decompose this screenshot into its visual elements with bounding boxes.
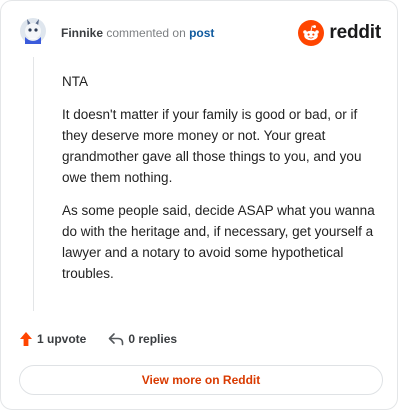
view-more-button[interactable]: View more on Reddit — [19, 365, 383, 395]
reply-arrow-icon — [109, 333, 124, 346]
upvote-arrow-icon — [20, 332, 32, 346]
avatar-image — [20, 18, 46, 44]
comment-embed-card: Finnike commented on post reddit NTA It … — [0, 0, 398, 410]
comment-paragraph: As some people said, decide ASAP what yo… — [62, 203, 375, 281]
reddit-brand[interactable]: reddit — [298, 20, 381, 46]
thread-line — [33, 57, 34, 311]
comment-header: Finnike commented on post — [61, 25, 214, 41]
comment-paragraph: NTA — [62, 74, 88, 89]
post-link[interactable]: post — [189, 26, 214, 40]
comment-footer: 1 upvote 0 replies — [19, 331, 177, 347]
upvote-count: 1 upvote — [37, 332, 87, 346]
reply-count: 0 replies — [128, 332, 178, 346]
comment-body: NTA It doesn't matter if your family is … — [62, 71, 382, 296]
avatar[interactable] — [19, 15, 47, 45]
upvote-button[interactable]: 1 upvote — [19, 331, 86, 347]
reddit-logo-icon — [298, 20, 325, 46]
action-text: commented on — [106, 26, 186, 40]
author-name[interactable]: Finnike — [61, 26, 103, 40]
reddit-wordmark: reddit — [329, 22, 381, 43]
reply-button[interactable]: 0 replies — [108, 332, 177, 346]
comment-paragraph: It doesn't matter if your family is good… — [62, 107, 362, 185]
